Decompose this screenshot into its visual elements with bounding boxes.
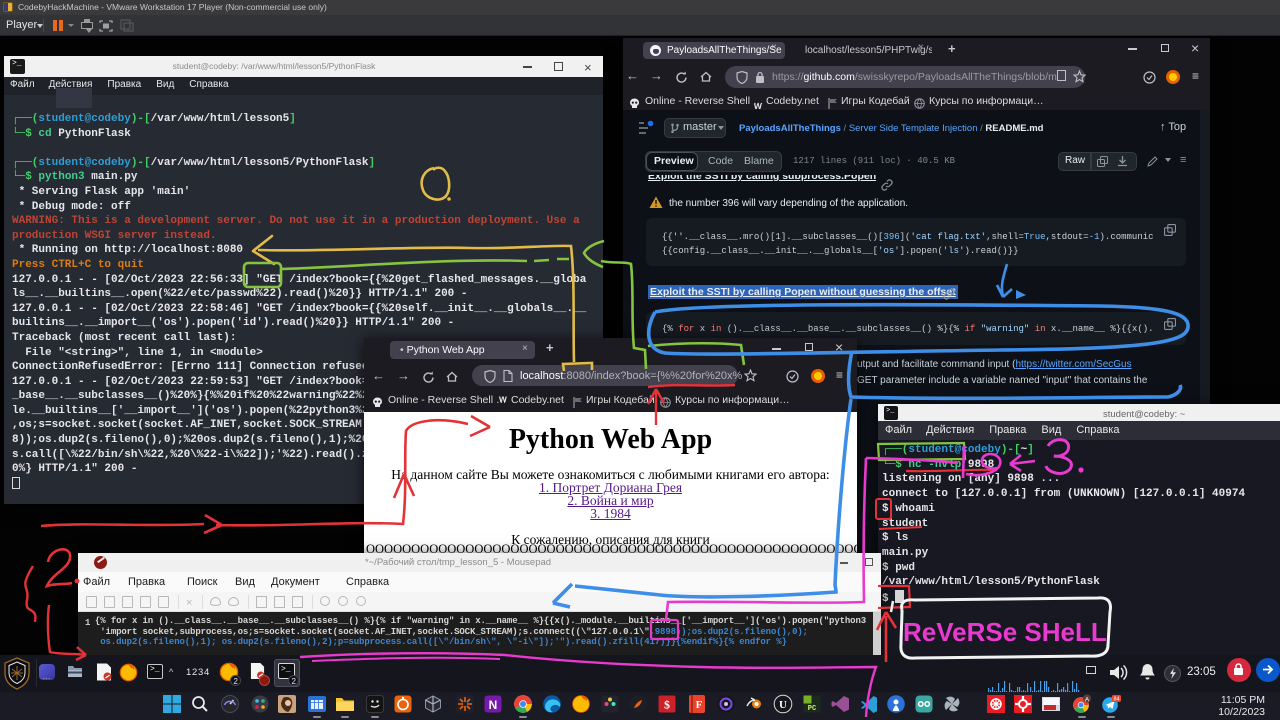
- svg-text:ReVeRSe SHeLL: ReVeRSe SHeLL: [903, 617, 1107, 647]
